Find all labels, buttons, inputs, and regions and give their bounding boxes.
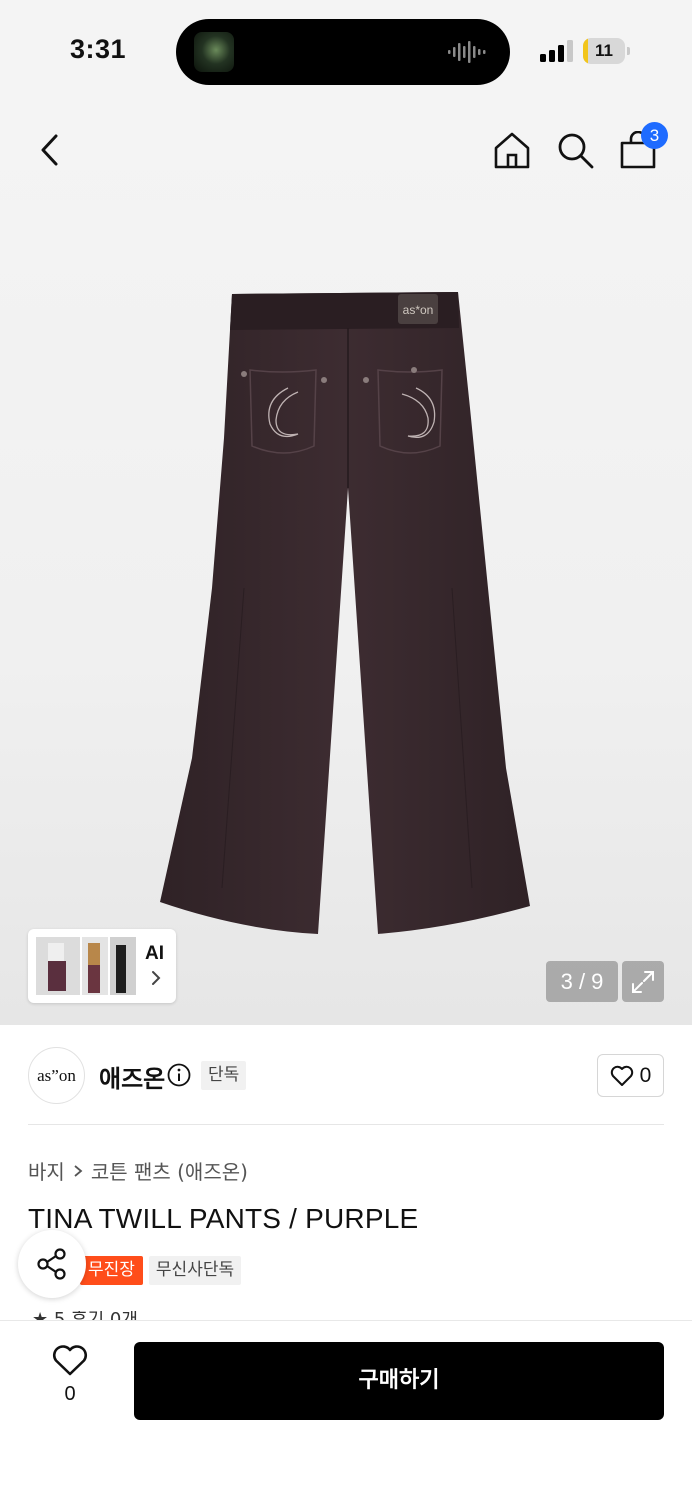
search-icon [558,133,594,169]
rating-text: ★ 5 후기 0개 [32,1311,162,1320]
breadcrumb: 바지 코튼 팬츠 (애즈온) [28,1156,248,1185]
rating-summary[interactable]: ★ 5 후기 0개 [32,1311,162,1320]
heart-icon [610,1065,633,1086]
image-page-counter: 3 / 9 [546,961,618,1002]
bottom-action-bar: 0 구매하기 [0,1320,692,1500]
svg-text:as*on: as*on [403,303,434,317]
breadcrumb-category[interactable]: 바지 [28,1156,65,1185]
product-title: TINA TWILL PANTS / PURPLE [28,1203,419,1234]
heart-icon [53,1345,87,1376]
breadcrumb-subcategory[interactable]: 코튼 팬츠 (애즈온) [91,1156,248,1185]
share-button[interactable] [18,1230,86,1298]
dynamic-island[interactable] [176,19,510,85]
audio-wave-icon [448,41,486,63]
home-button[interactable] [488,126,536,174]
cart-button[interactable]: 3 [614,122,668,174]
brand-like-button[interactable]: 0 [597,1054,664,1097]
cart-count-badge: 3 [641,122,668,149]
home-icon [494,132,530,169]
expand-icon [632,970,654,993]
info-icon[interactable] [167,1063,191,1087]
brand-like-count: 0 [639,1063,652,1087]
divider [28,1124,664,1125]
wishlist-button[interactable]: 0 [38,1345,102,1417]
cellular-signal-icon [540,40,573,62]
status-time: 3:31 [70,34,127,64]
chevron-right-icon [74,1164,83,1177]
buy-button[interactable]: 구매하기 [134,1342,664,1420]
search-button[interactable] [551,126,599,174]
mujinjang-tag: 무진장 [80,1256,143,1285]
product-image-gallery[interactable]: 3 as*on AI 3 / 9 [0,100,692,1025]
back-button[interactable] [26,126,74,174]
status-bar: 3:31 11 [0,0,692,100]
battery-indicator: 11 [583,38,631,64]
exclusive-badge: 단독 [201,1061,247,1090]
share-icon [37,1248,66,1280]
ai-styling-card[interactable]: AI [28,929,176,1003]
now-playing-thumbnail [194,32,234,72]
chevron-right-icon [152,971,161,985]
expand-image-button[interactable] [622,961,664,1002]
brand-row: as”on 애즈온 단독 0 [0,1025,692,1125]
brand-logo[interactable]: as”on [28,1047,85,1104]
brand-logo-text: as”on [37,1065,76,1085]
chevron-left-icon [41,134,58,166]
product-photo-pants: as*on [160,292,530,934]
musinsa-exclusive-tag: 무신사단독 [148,1256,242,1285]
ai-label: AI [145,943,164,964]
ai-styling-thumbnails [36,937,136,995]
brand-name[interactable]: 애즈온 [99,1059,165,1094]
wishlist-count: 0 [64,1383,76,1405]
battery-percentage: 11 [595,41,613,60]
